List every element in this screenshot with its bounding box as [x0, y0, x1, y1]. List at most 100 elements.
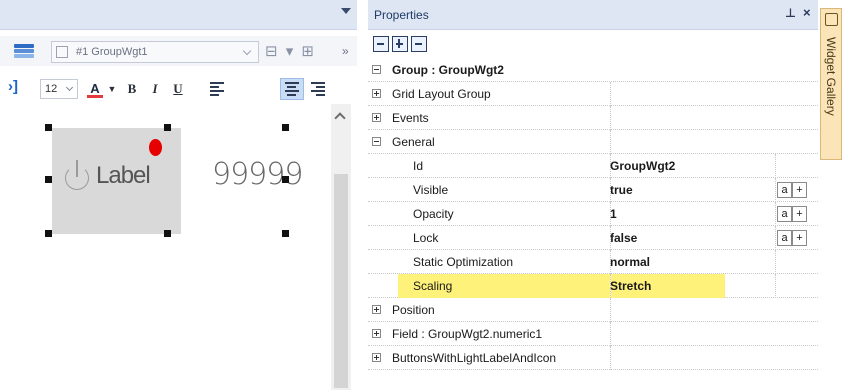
expand-icon[interactable]	[372, 305, 381, 314]
action-button[interactable]: a	[777, 182, 792, 198]
add-button[interactable]: +	[792, 182, 807, 198]
button-widget-label: Label	[96, 162, 151, 189]
property-name: Opacity	[413, 207, 454, 221]
category-label: ButtonsWithLightLabelAndIcon	[392, 351, 557, 365]
expand-icon[interactable]	[372, 89, 381, 98]
category-row-position[interactable]: Position	[368, 298, 818, 322]
column-divider	[610, 346, 611, 370]
property-row-static-optimization[interactable]: Static Optimization normal	[368, 250, 818, 274]
align-tools-icon[interactable]: ⊟ ▾ ⊞	[265, 42, 316, 60]
collapse-icon[interactable]	[372, 65, 381, 74]
column-divider	[610, 322, 611, 346]
column-divider	[775, 274, 776, 298]
expand-icon[interactable]	[372, 113, 381, 122]
selection-handle-ml[interactable]	[45, 176, 52, 183]
add-button[interactable]: +	[792, 230, 807, 246]
property-value[interactable]: Stretch	[610, 279, 651, 293]
category-label: Field : GroupWgt2.numeric1	[392, 327, 543, 341]
property-value[interactable]: true	[610, 183, 633, 197]
widget-selector-combo[interactable]: #1 GroupWgt1	[51, 41, 259, 63]
action-button[interactable]: a	[777, 230, 792, 246]
selection-handle-mr[interactable]	[282, 176, 289, 183]
close-icon[interactable]: ×	[803, 5, 811, 20]
column-divider	[610, 82, 611, 106]
expand-icon[interactable]	[372, 329, 381, 338]
font-color-swatch	[87, 95, 103, 98]
column-divider	[775, 226, 776, 250]
widget-type-icon	[56, 46, 68, 58]
column-divider	[775, 154, 776, 178]
numeric-field-widget[interactable]: 99999	[212, 157, 303, 192]
category-row-general[interactable]: General	[368, 130, 818, 154]
underline-button[interactable]: U	[169, 79, 187, 99]
font-color-dropdown-icon[interactable]: ▼	[107, 79, 117, 99]
more-tools-button[interactable]: »	[342, 44, 349, 58]
category-label: General	[392, 135, 435, 149]
titlebar-dropdown-icon[interactable]	[341, 8, 351, 14]
pin-icon[interactable]: ⊥	[785, 6, 796, 20]
button-widget[interactable]: Label	[52, 128, 181, 234]
properties-panel: Properties ⊥ × Group : GroupWgt2 Grid La…	[368, 0, 818, 390]
add-button[interactable]: +	[792, 206, 807, 222]
column-divider	[775, 202, 776, 226]
property-row-opacity[interactable]: Opacity 1 a +	[368, 202, 818, 226]
properties-titlebar: Properties ⊥ ×	[368, 0, 818, 30]
column-divider	[610, 298, 611, 322]
align-right-icon[interactable]	[311, 82, 325, 96]
selection-handle-tl[interactable]	[45, 124, 52, 131]
widget-gallery-button[interactable]: Widget Gallery	[820, 8, 842, 160]
properties-toolbar	[368, 31, 818, 57]
property-row-id[interactable]: Id GroupWgt2	[368, 154, 818, 178]
property-value[interactable]: false	[610, 231, 637, 245]
property-name: Scaling	[413, 279, 453, 293]
selection-handle-tm[interactable]	[164, 124, 171, 131]
bold-button[interactable]: B	[123, 79, 141, 99]
column-divider	[775, 178, 776, 202]
column-divider	[610, 130, 611, 154]
scrollbar-thumb[interactable]	[334, 174, 348, 388]
property-value[interactable]: 1	[610, 207, 617, 221]
gallery-icon	[825, 13, 838, 26]
widget-gallery-tab[interactable]: Widget Gallery	[820, 8, 842, 390]
chevron-down-icon	[242, 46, 252, 56]
category-label: Position	[392, 303, 435, 317]
align-left-icon[interactable]	[210, 82, 224, 96]
property-value[interactable]: GroupWgt2	[610, 159, 675, 173]
align-center-icon[interactable]	[285, 82, 299, 96]
property-name: Static Optimization	[413, 255, 514, 269]
designer-panel: #1 GroupWgt1 ⊟ ▾ ⊞ » ›] 12 A ▼ B I U Lab…	[0, 0, 357, 390]
property-row-lock[interactable]: Lock false a +	[368, 226, 818, 250]
category-row-grid-layout-group[interactable]: Grid Layout Group	[368, 82, 818, 106]
selection-handle-bl[interactable]	[45, 230, 52, 237]
property-row-visible[interactable]: Visible true a +	[368, 178, 818, 202]
column-divider	[775, 250, 776, 274]
property-name: Id	[413, 159, 424, 173]
category-row-field[interactable]: Field : GroupWgt2.numeric1	[368, 322, 818, 346]
category-row-buttons[interactable]: ButtonsWithLightLabelAndIcon	[368, 346, 818, 370]
property-name: Lock	[413, 231, 439, 245]
expand-icon[interactable]	[372, 353, 381, 362]
layers-icon[interactable]	[14, 44, 34, 58]
selection-handle-br[interactable]	[282, 230, 289, 237]
selection-handle-bm[interactable]	[164, 230, 171, 237]
property-grid: Group : GroupWgt2 Grid Layout Group Even…	[368, 58, 818, 370]
font-color-button[interactable]: A	[84, 79, 106, 99]
widget-gallery-label: Widget Gallery	[824, 37, 838, 116]
font-size-combo[interactable]: 12	[40, 79, 78, 99]
add-property-icon[interactable]	[392, 36, 408, 52]
canvas-vertical-scrollbar[interactable]	[331, 104, 351, 390]
selection-handle-tr[interactable]	[282, 124, 289, 131]
properties-title: Properties	[374, 8, 429, 22]
status-indicator-dot	[149, 139, 162, 156]
collapse-icon[interactable]	[372, 137, 381, 146]
category-row-events[interactable]: Events	[368, 106, 818, 130]
indent-icon[interactable]: ›]	[8, 78, 18, 95]
italic-button[interactable]: I	[146, 79, 164, 99]
scroll-up-icon[interactable]	[334, 112, 346, 124]
action-button[interactable]: a	[777, 206, 792, 222]
property-row-scaling[interactable]: Scaling Stretch	[368, 274, 818, 298]
property-group-header[interactable]: Group : GroupWgt2	[368, 58, 818, 82]
alphabetical-view-icon[interactable]	[411, 36, 427, 52]
categorized-view-icon[interactable]	[373, 36, 389, 52]
property-value[interactable]: normal	[610, 255, 650, 269]
